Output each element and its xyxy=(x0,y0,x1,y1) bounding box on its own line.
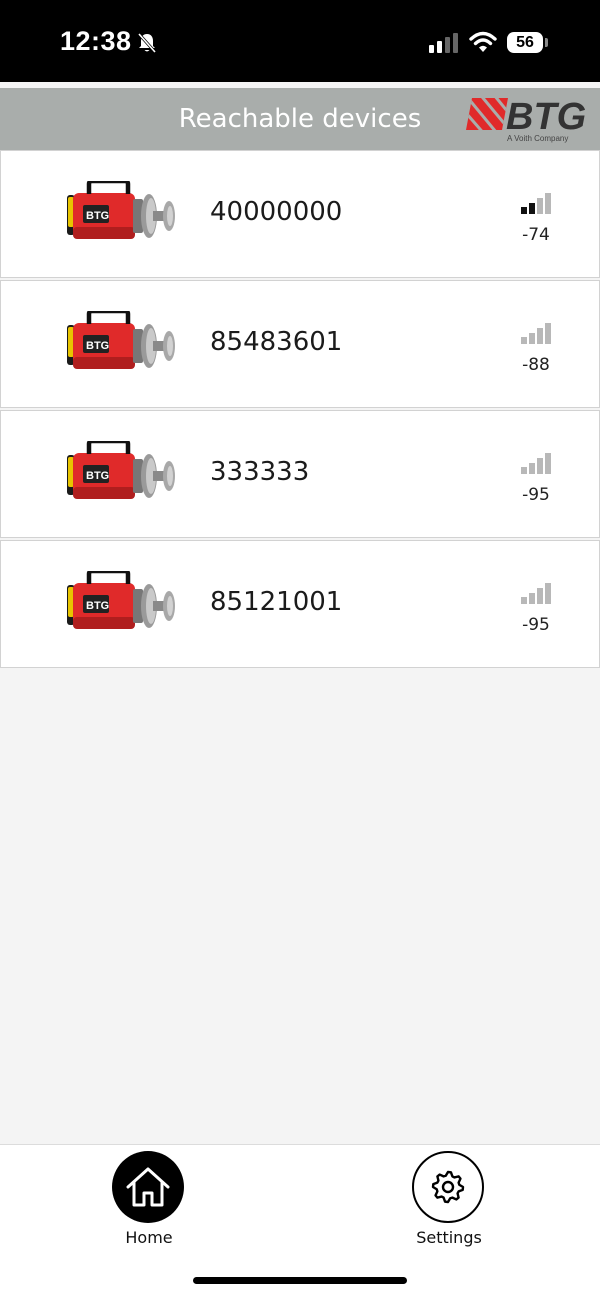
signal-strength-icon xyxy=(521,583,551,604)
device-rssi: -74 xyxy=(522,225,550,245)
device-row[interactable]: BTG 333333 -95 xyxy=(0,410,600,538)
gear-icon xyxy=(431,1170,465,1204)
device-rssi: -95 xyxy=(522,615,550,635)
tab-settings[interactable]: Settings xyxy=(389,1151,509,1251)
svg-text:BTG: BTG xyxy=(86,210,109,222)
bell-off-icon xyxy=(137,33,157,53)
status-bar: 12:38 56 xyxy=(0,0,600,82)
app-screen: 12:38 56 Reachable devices BTG A Voith C… xyxy=(0,0,600,1300)
tab-home-label: Home xyxy=(125,1228,173,1247)
home-indicator xyxy=(193,1277,407,1284)
device-image: BTG xyxy=(67,181,175,239)
device-rssi: -95 xyxy=(522,485,550,505)
device-row[interactable]: BTG 85121001 -95 xyxy=(0,540,600,668)
logo-text: BTG xyxy=(506,96,586,138)
device-row[interactable]: BTG 40000000 -74 xyxy=(0,150,600,278)
tab-settings-label: Settings xyxy=(416,1228,482,1247)
settings-tab-circle xyxy=(412,1151,484,1223)
device-row[interactable]: BTG 85483601 -88 xyxy=(0,280,600,408)
status-time: 12:38 xyxy=(60,26,132,56)
battery-nub xyxy=(545,38,548,47)
device-id: 85483601 xyxy=(210,327,343,357)
signal-strength-icon xyxy=(521,193,551,214)
wifi-icon xyxy=(469,31,497,52)
device-image: BTG xyxy=(67,441,175,499)
device-id: 40000000 xyxy=(210,197,343,227)
home-tab-circle xyxy=(112,1151,184,1223)
battery-icon: 56 xyxy=(507,32,543,53)
svg-text:BTG: BTG xyxy=(86,470,109,482)
signal-strength-icon xyxy=(521,323,551,344)
device-id: 85121001 xyxy=(210,587,343,617)
signal-strength-icon xyxy=(521,453,551,474)
device-image: BTG xyxy=(67,571,175,629)
brand-logo: BTG A Voith Company xyxy=(466,96,586,143)
tab-home[interactable]: Home xyxy=(89,1151,209,1251)
logo-tagline: A Voith Company xyxy=(507,134,568,143)
device-image: BTG xyxy=(67,311,175,369)
device-rssi: -88 xyxy=(522,355,550,375)
svg-text:BTG: BTG xyxy=(86,340,109,352)
home-icon xyxy=(126,1167,170,1207)
device-list: BTG 40000000 -74 BTG 85483601 -88 BTG 33… xyxy=(0,150,600,670)
svg-text:BTG: BTG xyxy=(86,600,109,612)
device-id: 333333 xyxy=(210,457,310,487)
cellular-signal-icon xyxy=(429,33,458,53)
